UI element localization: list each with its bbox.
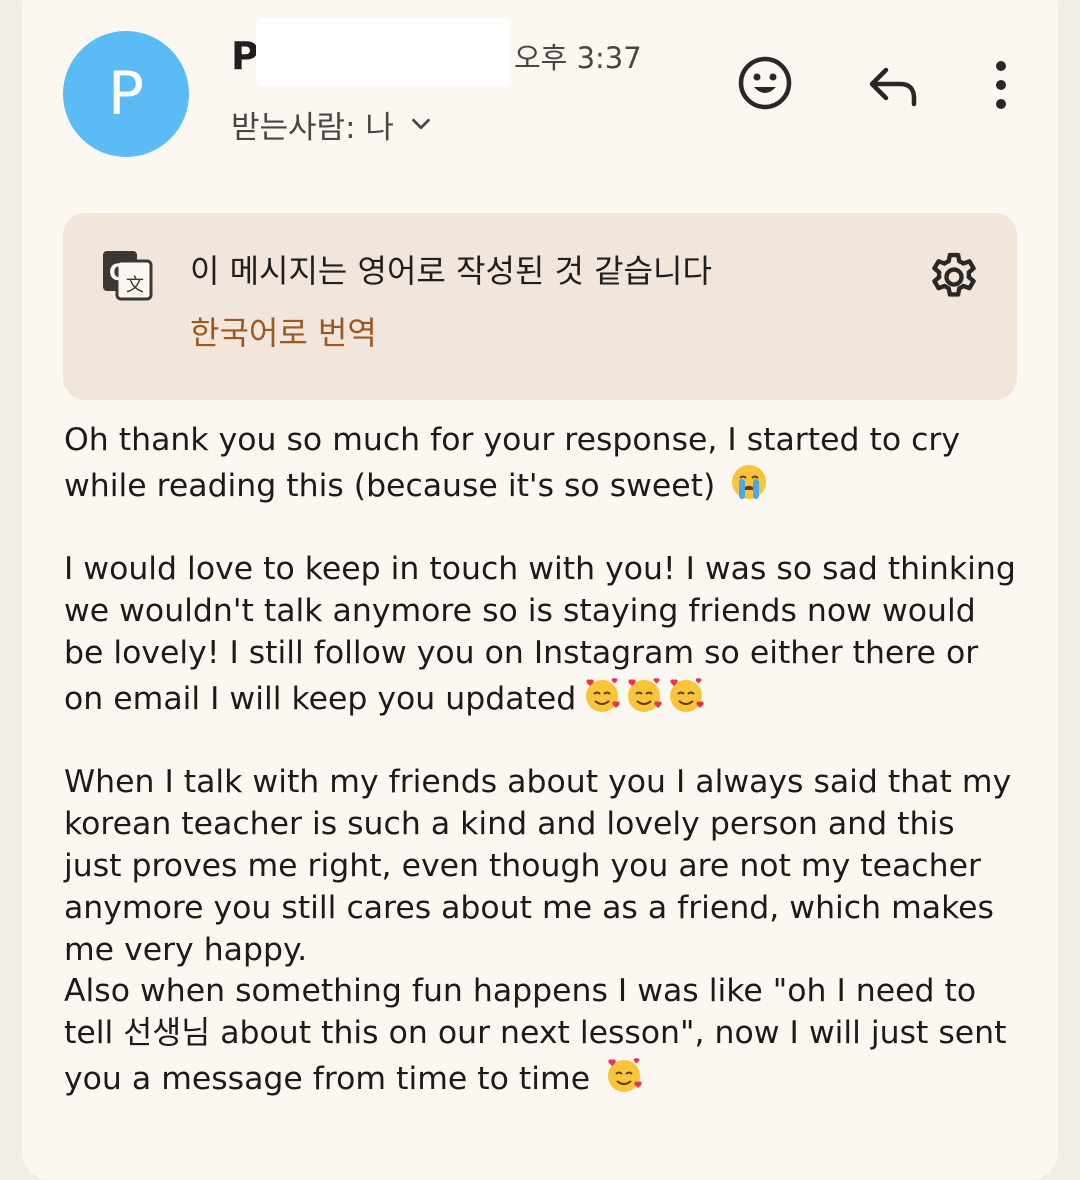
sender-avatar[interactable]: P xyxy=(63,31,189,157)
body-line: we wouldn't talk anymore so is staying f… xyxy=(64,593,976,630)
translate-banner: G 文 이 메시지는 영어로 작성된 것 같습니다 한국어로 번역 xyxy=(63,213,1017,400)
add-reaction-button[interactable] xyxy=(732,50,798,116)
chevron-down-icon xyxy=(412,118,430,130)
body-line: tell 선생님 about this on our next lesson",… xyxy=(64,1015,1007,1052)
emoji-smile-icon xyxy=(738,56,792,110)
emoji-group xyxy=(582,675,706,715)
body-line-text: on email I will keep you updated xyxy=(64,680,577,717)
smiling-face-with-hearts-icon xyxy=(586,677,620,712)
body-line: I would love to keep in touch with you! … xyxy=(64,551,1016,588)
email-body: Oh thank you so much for your response, … xyxy=(64,420,1044,1101)
body-line: just proves me right, even though you ar… xyxy=(64,847,981,884)
google-translate-icon: G 文 xyxy=(103,251,153,301)
translate-settings-button[interactable] xyxy=(921,245,987,311)
sender-name[interactable]: P xyxy=(231,34,259,78)
body-line-with-emoji: you a message from time to time xyxy=(64,1055,1044,1101)
smiling-face-with-hearts-icon xyxy=(670,677,704,712)
body-line: When I talk with my friends about you I … xyxy=(64,764,1012,801)
smiling-face-with-hearts-icon xyxy=(628,677,662,712)
more-vertical-icon xyxy=(996,61,1006,109)
reply-button[interactable] xyxy=(860,52,926,118)
body-line-with-emoji: on email I will keep you updated xyxy=(64,675,1044,721)
reply-arrow-icon xyxy=(869,67,917,107)
body-line-with-emoji: while reading this (because it's so swee… xyxy=(64,462,1044,508)
redaction-box xyxy=(256,18,510,86)
body-line-text: while reading this (because it's so swee… xyxy=(64,467,716,504)
svg-text:G: G xyxy=(109,261,127,286)
svg-text:文: 文 xyxy=(126,275,144,296)
translate-message: 이 메시지는 영어로 작성된 것 같습니다 xyxy=(190,252,712,290)
avatar-initial: P xyxy=(107,59,145,129)
gear-icon xyxy=(932,252,976,297)
body-line: Oh thank you so much for your response, … xyxy=(64,422,961,458)
recipient-toggle[interactable]: 받는사람: 나 xyxy=(231,102,436,146)
translate-to-korean-link[interactable]: 한국어로 번역 xyxy=(190,311,377,355)
body-line: be lovely! I still follow you on Instagr… xyxy=(64,634,979,671)
sent-time: 오후 3:37 xyxy=(514,41,642,75)
more-options-button[interactable] xyxy=(976,52,1026,118)
recipient-label: 받는사람: 나 xyxy=(231,109,394,146)
smiling-face-with-hearts-icon xyxy=(608,1058,642,1092)
body-line: anymore you still cares about me as a fr… xyxy=(64,889,994,926)
body-line: me very happy. xyxy=(64,931,308,968)
body-line: Also when something fun happens I was li… xyxy=(64,973,977,1010)
crying-face-icon xyxy=(732,464,767,499)
body-line-text: you a message from time to time xyxy=(64,1060,591,1097)
body-line: korean teacher is such a kind and lovely… xyxy=(64,806,955,843)
